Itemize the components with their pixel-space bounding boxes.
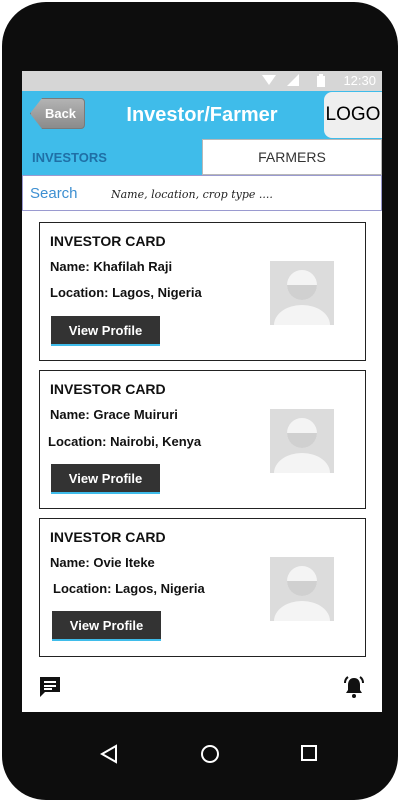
- card-name: Name: Grace Muiruri: [50, 407, 178, 422]
- chat-icon[interactable]: [38, 675, 62, 699]
- avatar: [270, 261, 334, 325]
- view-profile-button[interactable]: View Profile: [51, 464, 160, 494]
- card-name: Name: Khafilah Raji: [50, 259, 173, 274]
- recent-square-icon[interactable]: [300, 744, 318, 762]
- investor-card: INVESTOR CARD Name: Khafilah Raji Locati…: [39, 222, 366, 361]
- app-header: Back Investor/Farmer LOGO: [22, 91, 382, 139]
- back-triangle-icon[interactable]: [100, 744, 118, 764]
- card-location: Location: Lagos, Nigeria: [50, 285, 202, 300]
- view-profile-button[interactable]: View Profile: [51, 316, 160, 346]
- logo: LOGO: [324, 92, 382, 138]
- search-bar: Search: [22, 175, 382, 211]
- status-bar: 12:30: [22, 71, 382, 91]
- search-input[interactable]: [111, 182, 371, 206]
- card-title: INVESTOR CARD: [50, 529, 166, 545]
- signal-icon: [287, 74, 299, 86]
- card-title: INVESTOR CARD: [50, 381, 166, 397]
- search-label: Search: [30, 185, 78, 202]
- status-time: 12:30: [343, 73, 376, 88]
- card-location: Location: Lagos, Nigeria: [53, 581, 205, 596]
- tab-farmers[interactable]: FARMERS: [202, 139, 382, 175]
- tab-bar: INVESTORS FARMERS: [22, 139, 382, 175]
- card-name: Name: Ovie Iteke: [50, 555, 155, 570]
- tab-investors[interactable]: INVESTORS: [22, 139, 202, 175]
- home-circle-icon[interactable]: [200, 744, 220, 764]
- back-button[interactable]: Back: [30, 98, 85, 129]
- page-title: Investor/Farmer: [126, 103, 278, 126]
- card-title: INVESTOR CARD: [50, 233, 166, 249]
- app-screen: 12:30 Back Investor/Farmer LOGO INVESTOR…: [22, 71, 382, 712]
- bell-icon[interactable]: [342, 675, 366, 699]
- card-location: Location: Nairobi, Kenya: [48, 434, 202, 449]
- avatar: [270, 409, 334, 473]
- system-nav-bar: [2, 724, 400, 784]
- phone-frame: 12:30 Back Investor/Farmer LOGO INVESTOR…: [2, 2, 398, 800]
- battery-icon: [317, 74, 325, 87]
- avatar: [270, 557, 334, 621]
- view-profile-button[interactable]: View Profile: [52, 611, 161, 641]
- investor-card: INVESTOR CARD Name: Ovie Iteke Location:…: [39, 518, 366, 657]
- investor-card: INVESTOR CARD Name: Grace Muiruri Locati…: [39, 370, 366, 509]
- wifi-icon: [262, 75, 276, 85]
